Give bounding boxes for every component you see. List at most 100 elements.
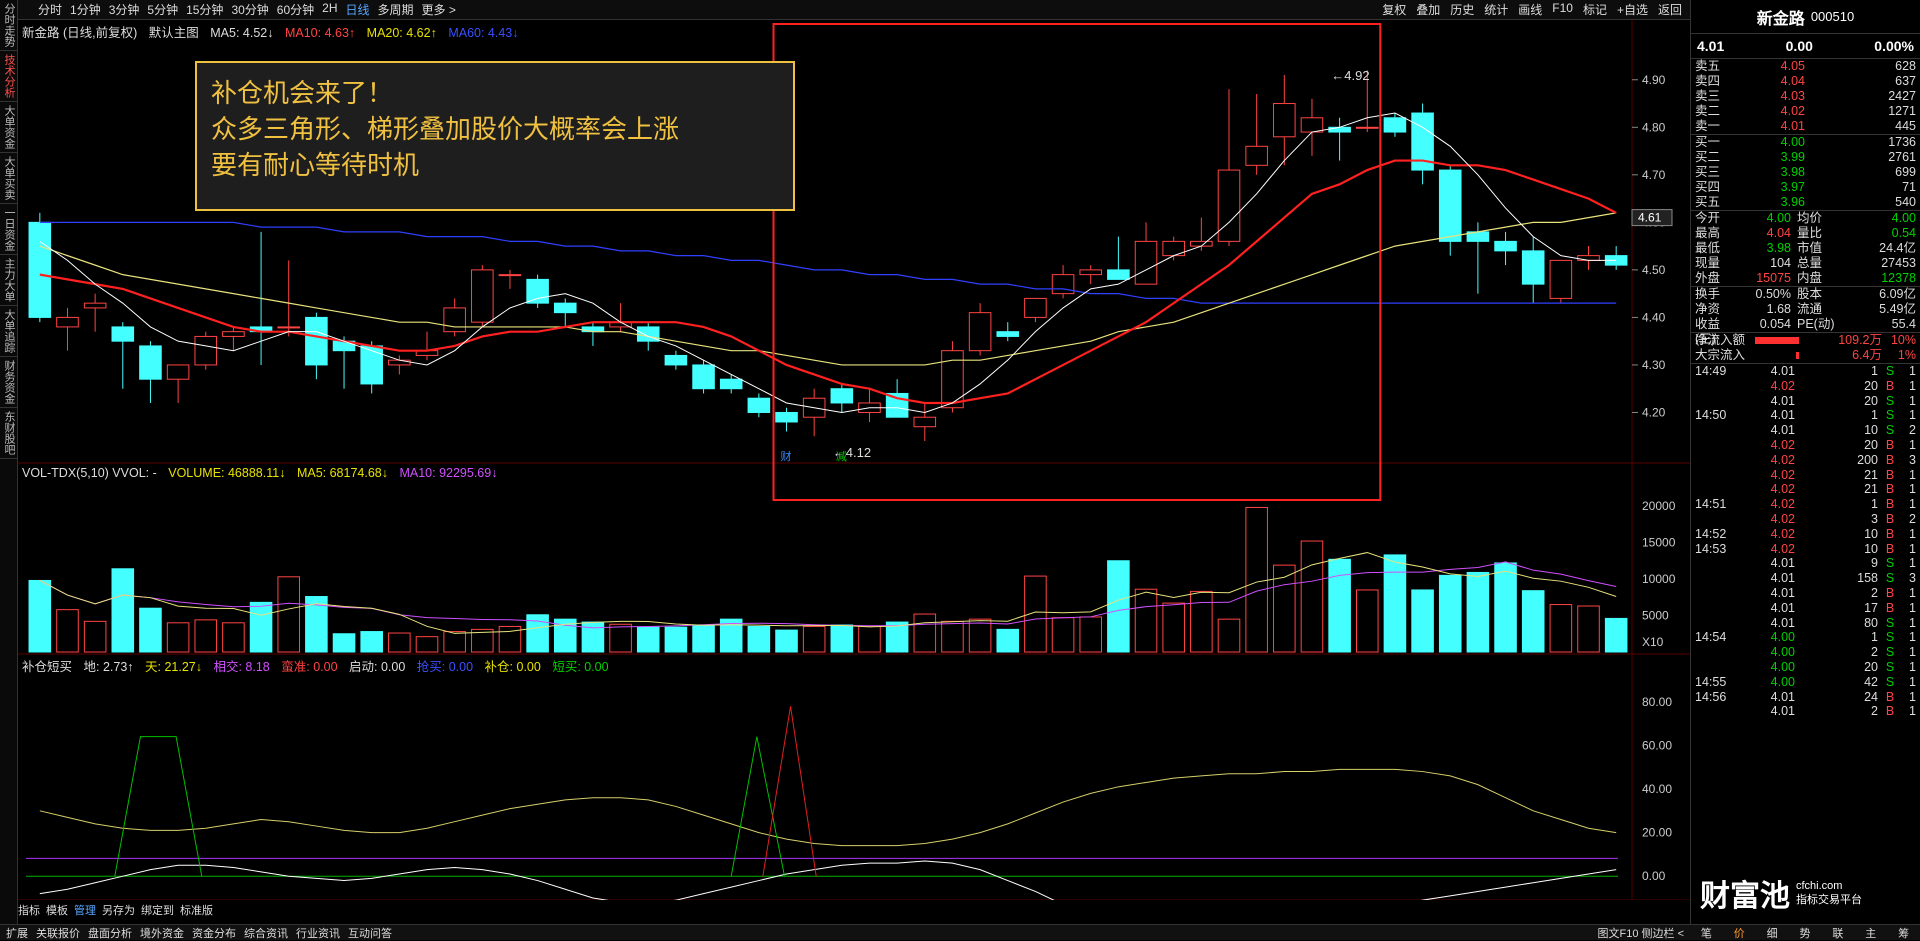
quote-tab[interactable]: 主: [1854, 925, 1887, 940]
timeframe-tab[interactable]: 分时: [38, 1, 62, 18]
volume-bar: [1052, 618, 1074, 652]
timeframe-tab[interactable]: 日线: [346, 1, 370, 18]
side-tab[interactable]: 技术分析: [0, 51, 17, 102]
book-vol: 2427: [1805, 89, 1916, 104]
bottom-link[interactable]: 互动问答: [348, 925, 392, 941]
timeframe-tab[interactable]: 多周期: [378, 1, 414, 18]
bottom-link[interactable]: 关联报价: [36, 925, 80, 941]
tick-row: 4.02200B3: [1691, 453, 1920, 468]
bottom-link[interactable]: 资金分布: [192, 925, 236, 941]
tool-button[interactable]: 返回: [1658, 1, 1682, 18]
ind-tian: 天: 21.27↓: [145, 660, 202, 674]
candle: [1274, 104, 1296, 137]
indicator-tab[interactable]: 管理: [74, 902, 96, 916]
volume-bar: [1218, 619, 1240, 652]
tick-time: 14:51: [1695, 497, 1751, 512]
stat-key: 收益(三): [1695, 317, 1735, 332]
price-tick-label: 4.20: [1642, 405, 1666, 419]
tick-side: B: [1878, 690, 1902, 705]
bottom-link[interactable]: 综合资讯: [244, 925, 288, 941]
mizhu-spike: [763, 706, 816, 876]
side-tab[interactable]: 大单资金: [0, 102, 17, 153]
tool-button[interactable]: 复权: [1382, 1, 1406, 18]
book-price: 3.97: [1733, 180, 1805, 195]
tick-row: 14:494.011S1: [1691, 364, 1920, 379]
left-side-tabs: 分时走势技术分析大单资金大单买卖一日资金主力大单大单追踪财务资金东财股吧: [0, 0, 18, 928]
stat-value: 5.49亿: [1835, 302, 1916, 317]
quote-tab[interactable]: 价: [1723, 925, 1756, 940]
timeframe-tab[interactable]: 1分钟: [70, 1, 101, 18]
timeframe-tab[interactable]: 3分钟: [109, 1, 140, 18]
indicator-tab[interactable]: 另存为: [102, 902, 135, 916]
book-vol: 699: [1805, 165, 1916, 180]
volume-bar: [1080, 617, 1102, 652]
tick-count: 1: [1902, 408, 1916, 423]
tick-time: 14:49: [1695, 364, 1751, 379]
indicator-tabs: 指标模板管理另存为绑定到标准版: [18, 902, 213, 916]
stat-row: 收益(三)0.054PE(动)55.4: [1691, 317, 1920, 332]
timeframe-tab[interactable]: 15分钟: [186, 1, 223, 18]
tool-button[interactable]: 标记: [1583, 1, 1607, 18]
tool-button[interactable]: 统计: [1484, 1, 1508, 18]
watermark-logo: 财富池 cfchi.com 指标交易平台: [1700, 868, 1910, 918]
stock-code: 000510: [1811, 9, 1854, 24]
side-tab[interactable]: 财务资金: [0, 357, 17, 408]
tick-list[interactable]: 14:494.011S14.0220B14.0120S114:504.011S1…: [1691, 364, 1920, 719]
quote-tab[interactable]: 联: [1821, 925, 1854, 940]
quote-tab[interactable]: 筹: [1887, 925, 1920, 940]
price-change: 0.00: [1786, 38, 1813, 54]
tick-qty: 42: [1795, 675, 1878, 690]
side-tab[interactable]: 分时走势: [0, 0, 17, 51]
volume-bar: [969, 619, 991, 652]
tick-time: [1695, 394, 1751, 409]
tick-time: [1695, 556, 1751, 571]
bottom-link[interactable]: 扩展: [6, 925, 28, 941]
tick-price: 4.02: [1751, 379, 1795, 394]
timeframe-tab[interactable]: 更多 >: [422, 1, 456, 18]
tool-button[interactable]: +自选: [1617, 1, 1648, 18]
annotation-note: 补仓机会来了！ 众多三角形、梯形叠加股价大概率会上涨 要有耐心等待时机: [195, 61, 795, 211]
indicator-tab[interactable]: 标准版: [180, 902, 213, 916]
theme-label[interactable]: 默认主图: [149, 26, 199, 40]
side-tab[interactable]: 主力大单: [0, 255, 17, 306]
bottom-link[interactable]: 盘面分析: [88, 925, 132, 941]
side-tab[interactable]: 大单追踪: [0, 306, 17, 357]
vol-ma5-line: [40, 553, 1616, 634]
side-tab[interactable]: 大单买卖: [0, 153, 17, 204]
tick-row: 4.012B1: [1691, 586, 1920, 601]
timeframe-tab[interactable]: 5分钟: [147, 1, 178, 18]
bottom-link[interactable]: 行业资讯: [296, 925, 340, 941]
book-label: 买二: [1695, 150, 1733, 165]
timeframe-tab[interactable]: 30分钟: [231, 1, 268, 18]
volume-bar: [250, 602, 272, 652]
tick-time: 14:52: [1695, 527, 1751, 542]
tool-button[interactable]: 历史: [1450, 1, 1474, 18]
quote-tab[interactable]: 势: [1789, 925, 1822, 940]
stat-value: 1.68: [1735, 302, 1791, 317]
tool-button[interactable]: F10: [1552, 1, 1573, 18]
stat-row: 换手0.50%股本6.09亿: [1691, 287, 1920, 302]
quote-tab[interactable]: 笔: [1690, 925, 1723, 940]
vol-ma10: MA10: 92295.69↓: [399, 466, 497, 480]
indicator-tab[interactable]: 绑定到: [141, 902, 174, 916]
timeframe-tab[interactable]: 60分钟: [277, 1, 314, 18]
book-label: 卖三: [1695, 89, 1733, 104]
tick-qty: 20: [1795, 394, 1878, 409]
volume-bar: [1578, 606, 1600, 652]
tick-row: 14:514.021B1: [1691, 497, 1920, 512]
tick-time: 14:50: [1695, 408, 1751, 423]
tool-button[interactable]: 画线: [1518, 1, 1542, 18]
event-label-cai: 财: [781, 449, 792, 463]
side-tab[interactable]: 一日资金: [0, 204, 17, 255]
tool-button[interactable]: 叠加: [1416, 1, 1440, 18]
tick-time: [1695, 586, 1751, 601]
bottom-link[interactable]: 境外资金: [140, 925, 184, 941]
tick-row: 14:524.0210B1: [1691, 527, 1920, 542]
quote-tab[interactable]: 细: [1756, 925, 1789, 940]
indicator-tab[interactable]: 模板: [46, 902, 68, 916]
indicator-tab[interactable]: 指标: [18, 902, 40, 916]
tick-qty: 2: [1795, 704, 1878, 719]
side-tab[interactable]: 东财股吧: [0, 408, 17, 459]
tick-qty: 20: [1795, 438, 1878, 453]
timeframe-tab[interactable]: 2H: [322, 1, 337, 18]
